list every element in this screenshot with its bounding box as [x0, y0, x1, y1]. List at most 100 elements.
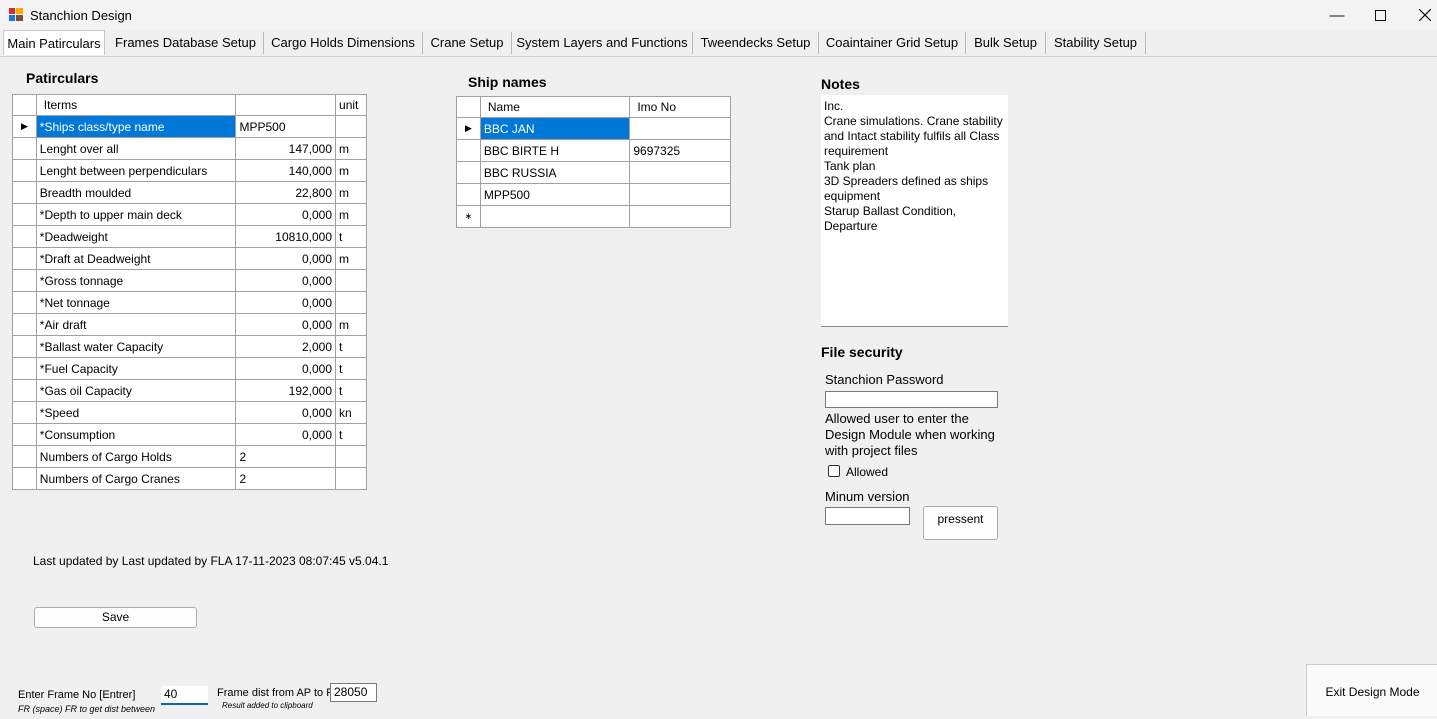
unit-cell[interactable]: [335, 445, 367, 468]
item-cell[interactable]: *Ships class/type name: [35, 115, 237, 138]
table-row[interactable]: *Ballast water Capacity 2,000 t: [12, 335, 367, 358]
value-cell[interactable]: 147,000: [235, 137, 337, 160]
row-header[interactable]: [12, 445, 37, 468]
value-cell[interactable]: 2,000: [235, 335, 337, 358]
unit-cell[interactable]: t: [335, 335, 367, 358]
value-cell[interactable]: 0,000: [235, 357, 337, 380]
value-cell[interactable]: 2: [235, 445, 337, 468]
ship-name-cell[interactable]: BBC RUSSIA: [479, 161, 631, 184]
minimum-version-input[interactable]: [825, 507, 910, 525]
table-row[interactable]: *Net tonnage 0,000: [12, 291, 367, 314]
allowed-checkbox[interactable]: [828, 465, 840, 477]
exit-design-mode-button[interactable]: Exit Design Mode: [1307, 665, 1437, 716]
row-header[interactable]: [12, 203, 37, 226]
close-button[interactable]: [1402, 0, 1437, 30]
save-button[interactable]: Save: [34, 607, 197, 628]
row-header[interactable]: ▶: [456, 117, 481, 140]
unit-cell[interactable]: m: [335, 313, 367, 336]
item-cell[interactable]: *Net tonnage: [35, 291, 237, 314]
new-row[interactable]: ∗: [456, 205, 731, 228]
new-name-cell[interactable]: [479, 205, 631, 228]
unit-cell[interactable]: [335, 291, 367, 314]
row-header[interactable]: [12, 181, 37, 204]
new-imo-cell[interactable]: [629, 205, 731, 228]
item-cell[interactable]: *Depth to upper main deck: [35, 203, 237, 226]
table-row[interactable]: BBC RUSSIA: [456, 161, 731, 184]
row-header[interactable]: [12, 335, 37, 358]
value-cell[interactable]: 0,000: [235, 401, 337, 424]
item-cell[interactable]: *Gross tonnage: [35, 269, 237, 292]
table-row[interactable]: *Fuel Capacity 0,000 t: [12, 357, 367, 380]
tab-cargo-holds-dimensions[interactable]: Cargo Holds Dimensions: [266, 32, 420, 54]
unit-cell[interactable]: [335, 269, 367, 292]
row-header[interactable]: [12, 423, 37, 446]
row-header[interactable]: [12, 137, 37, 160]
value-cell[interactable]: 0,000: [235, 423, 337, 446]
table-row[interactable]: Lenght between perpendiculars 140,000 m: [12, 159, 367, 182]
unit-cell[interactable]: t: [335, 423, 367, 446]
table-row[interactable]: Breadth moulded 22,800 m: [12, 181, 367, 204]
table-row[interactable]: Lenght over all 147,000 m: [12, 137, 367, 160]
header-unit[interactable]: unit: [335, 94, 367, 116]
value-cell[interactable]: 10810,000: [235, 225, 337, 248]
tab-main-particulars[interactable]: Main Patirculars: [3, 30, 105, 55]
unit-cell[interactable]: [335, 467, 367, 490]
table-row[interactable]: *Gross tonnage 0,000: [12, 269, 367, 292]
row-header[interactable]: [12, 313, 37, 336]
item-cell[interactable]: Lenght between perpendiculars: [35, 159, 237, 182]
value-cell[interactable]: 140,000: [235, 159, 337, 182]
row-header[interactable]: [12, 225, 37, 248]
item-cell[interactable]: *Draft at Deadweight: [35, 247, 237, 270]
value-cell[interactable]: 2: [235, 467, 337, 490]
row-header[interactable]: [12, 357, 37, 380]
row-header[interactable]: [12, 401, 37, 424]
row-header[interactable]: [456, 161, 481, 184]
unit-cell[interactable]: m: [335, 159, 367, 182]
row-header[interactable]: [12, 159, 37, 182]
frame-number-input[interactable]: 40: [161, 686, 208, 705]
unit-cell[interactable]: m: [335, 181, 367, 204]
unit-cell[interactable]: [335, 115, 367, 138]
row-header[interactable]: [456, 139, 481, 162]
item-cell[interactable]: *Gas oil Capacity: [35, 379, 237, 402]
unit-cell[interactable]: m: [335, 137, 367, 160]
ship-name-cell[interactable]: BBC JAN: [479, 117, 631, 140]
notes-textarea[interactable]: Inc. Crane simulations. Crane stability …: [821, 95, 1008, 327]
imo-cell[interactable]: 9697325: [629, 139, 731, 162]
table-row[interactable]: ▶ BBC JAN: [456, 117, 731, 140]
table-row[interactable]: *Gas oil Capacity 192,000 t: [12, 379, 367, 402]
value-cell[interactable]: 0,000: [235, 291, 337, 314]
table-row[interactable]: Numbers of Cargo Holds 2: [12, 445, 367, 468]
item-cell[interactable]: *Air draft: [35, 313, 237, 336]
minimize-button[interactable]: —: [1314, 0, 1360, 30]
item-cell[interactable]: Numbers of Cargo Cranes: [35, 467, 237, 490]
value-cell[interactable]: 0,000: [235, 269, 337, 292]
table-row[interactable]: *Deadweight 10810,000 t: [12, 225, 367, 248]
maximize-button[interactable]: [1357, 0, 1403, 30]
tab-stability-setup[interactable]: Stability Setup: [1048, 32, 1143, 54]
value-cell[interactable]: 22,800: [235, 181, 337, 204]
value-cell[interactable]: 0,000: [235, 203, 337, 226]
tab-container-grid-setup[interactable]: Coaintainer Grid Setup: [821, 32, 963, 54]
ship-name-cell[interactable]: MPP500: [479, 183, 631, 206]
ship-name-cell[interactable]: BBC BIRTE H: [479, 139, 631, 162]
row-header[interactable]: [456, 183, 481, 206]
row-header[interactable]: [12, 379, 37, 402]
header-value[interactable]: [235, 94, 337, 116]
table-row[interactable]: *Speed 0,000 kn: [12, 401, 367, 424]
stanchion-password-input[interactable]: [825, 391, 998, 408]
tab-frames-database-setup[interactable]: Frames Database Setup: [110, 32, 261, 54]
new-row-icon[interactable]: ∗: [456, 205, 481, 228]
item-cell[interactable]: Breadth moulded: [35, 181, 237, 204]
item-cell[interactable]: *Consumption: [35, 423, 237, 446]
table-row[interactable]: ▶ *Ships class/type name MPP500: [12, 115, 367, 138]
table-row[interactable]: MPP500: [456, 183, 731, 206]
unit-cell[interactable]: t: [335, 379, 367, 402]
row-header[interactable]: [12, 269, 37, 292]
header-name[interactable]: Name: [479, 96, 631, 118]
item-cell[interactable]: *Fuel Capacity: [35, 357, 237, 380]
item-cell[interactable]: *Speed: [35, 401, 237, 424]
unit-cell[interactable]: m: [335, 247, 367, 270]
tab-crane-setup[interactable]: Crane Setup: [425, 32, 509, 54]
table-row[interactable]: *Depth to upper main deck 0,000 m: [12, 203, 367, 226]
